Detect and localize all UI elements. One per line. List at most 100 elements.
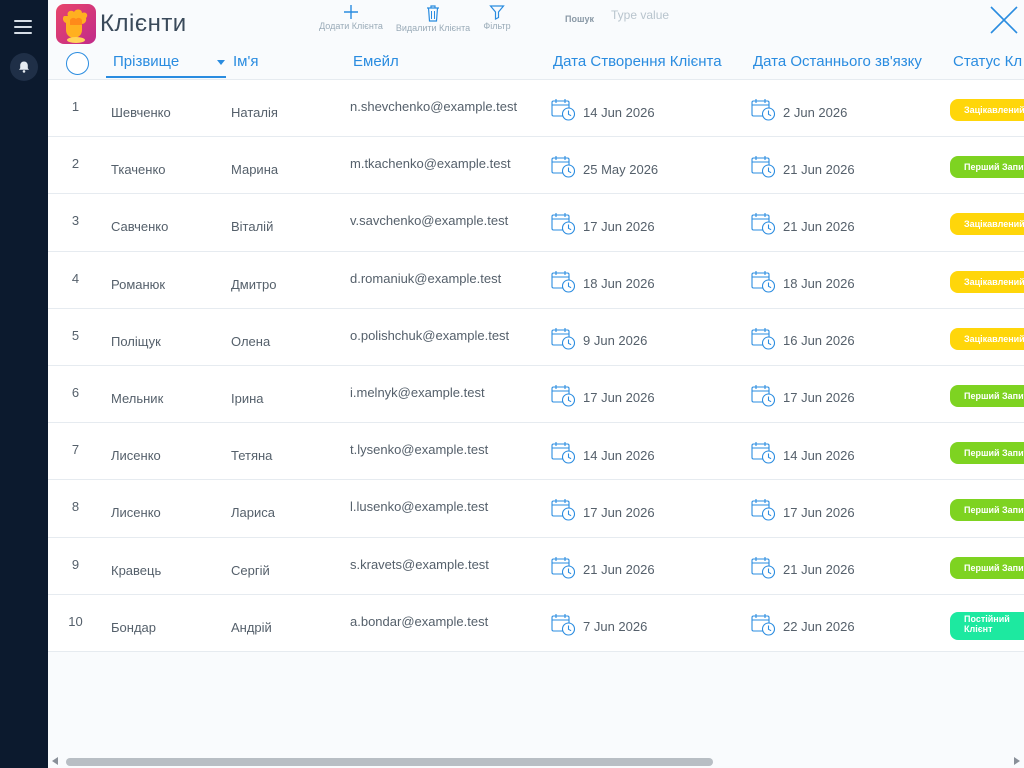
scrollbar-thumb[interactable] — [66, 758, 713, 766]
calendar-clock-icon — [551, 99, 576, 121]
close-icon[interactable] — [988, 4, 1020, 36]
last-contact-date-cell: 21 Jun 2026 — [751, 556, 855, 580]
horizontal-scrollbar[interactable] — [48, 754, 1024, 768]
status-badge[interactable]: Перший Запит — [950, 556, 1024, 579]
column-header-status[interactable]: Статус Кл — [953, 53, 1022, 70]
email-cell[interactable]: i.melnyk@example.test — [350, 385, 485, 400]
table-row[interactable]: 9 Кравець Сергій s.kravets@example.test 21 J… — [48, 537, 1024, 595]
last-contact-date-text: 2 Jun 2026 — [783, 104, 848, 120]
hamburger-menu-icon[interactable] — [14, 18, 34, 36]
table-row[interactable]: 8 Лисенко Лариса l.lusenko@example.test 17 J… — [48, 480, 1024, 538]
table-row[interactable]: 5 Поліщук Олена o.polishchuk@example.test 9 … — [48, 308, 1024, 366]
filter-button[interactable]: Фільтр — [452, 4, 542, 31]
status-badge[interactable]: Зацікавлений — [950, 327, 1024, 350]
calendar-clock-icon — [751, 499, 776, 521]
row-number: 5 — [71, 327, 80, 343]
status-badge[interactable]: Постійний Клієнт — [950, 611, 1024, 640]
calendar-clock-icon — [551, 270, 576, 293]
row-number: 7 — [71, 442, 80, 458]
table-row[interactable]: 4 Романюк Дмитро d.romaniuk@example.test 18 … — [48, 251, 1024, 309]
email-cell[interactable]: m.tkachenko@example.test — [350, 156, 511, 171]
table-row[interactable]: 10 Бондар Андрій a.bondar@example.test 7 Jun… — [48, 594, 1024, 652]
table-row[interactable]: 1 Шевченко Наталія n.shevchenko@example.tes… — [48, 80, 1024, 138]
table-row[interactable]: 2 Ткаченко Марина m.tkachenko@example.test 2… — [48, 137, 1024, 195]
main-panel: Клієнти Додати Клієнта Видалити Клієнта … — [48, 0, 1024, 768]
notifications-bell-icon[interactable] — [10, 53, 38, 81]
last-contact-date-text: 18 Jun 2026 — [783, 276, 855, 292]
last-name-cell: Лисенко — [111, 448, 161, 464]
last-contact-date-cell: 21 Jun 2026 — [751, 155, 855, 179]
table-header: Прізвище Ім'я Емейл Дата Створення Клієн… — [48, 46, 1024, 80]
row-number: 1 — [71, 99, 80, 114]
status-badge[interactable]: Зацікавлений — [950, 213, 1024, 236]
last-contact-date-cell: 2 Jun 2026 — [751, 98, 847, 122]
email-cell[interactable]: n.shevchenko@example.test — [350, 99, 517, 114]
email-cell[interactable]: d.romaniuk@example.test — [350, 271, 501, 286]
status-badge[interactable]: Перший Запит — [950, 442, 1024, 465]
status-badge[interactable]: Перший Запит — [950, 384, 1024, 407]
column-header-first-name[interactable]: Ім'я — [233, 53, 258, 70]
calendar-clock-icon — [751, 442, 776, 464]
search-label: Пошук — [565, 14, 594, 24]
row-number: 9 — [71, 556, 80, 572]
status-badge[interactable]: Зацікавлений — [950, 270, 1024, 293]
add-client-label: Додати Клієнта — [319, 21, 383, 31]
last-contact-date-text: 14 Jun 2026 — [783, 447, 855, 463]
created-date-cell: 17 Jun 2026 — [551, 384, 655, 408]
last-name-cell: Кравець — [111, 562, 162, 578]
created-date-text: 25 May 2026 — [583, 161, 659, 177]
row-number: 3 — [71, 213, 80, 229]
first-name-cell: Лариса — [231, 505, 275, 521]
calendar-clock-icon — [751, 556, 776, 579]
last-contact-date-text: 16 Jun 2026 — [783, 333, 855, 349]
email-cell[interactable]: s.kravets@example.test — [350, 557, 489, 572]
filter-label: Фільтр — [483, 21, 511, 31]
created-date-text: 14 Jun 2026 — [583, 104, 655, 120]
calendar-clock-icon — [751, 156, 776, 178]
calendar-clock-icon — [551, 156, 576, 178]
email-cell[interactable]: v.savchenko@example.test — [350, 213, 508, 228]
last-contact-date-cell: 21 Jun 2026 — [751, 212, 855, 236]
last-contact-date-cell: 18 Jun 2026 — [751, 270, 855, 294]
first-name-cell: Наталія — [231, 105, 278, 120]
add-client-button[interactable]: Додати Клієнта — [306, 4, 396, 31]
row-number: 10 — [68, 613, 83, 629]
row-number: 8 — [71, 499, 80, 515]
email-cell[interactable]: a.bondar@example.test — [350, 614, 488, 629]
column-header-created-date[interactable]: Дата Створення Клієнта — [553, 53, 722, 70]
email-cell[interactable]: o.polishchuk@example.test — [350, 328, 509, 343]
last-contact-date-cell: 17 Jun 2026 — [751, 498, 855, 522]
table-row[interactable]: 7 Лисенко Тетяна t.lysenko@example.test 14 J… — [48, 423, 1024, 481]
created-date-cell: 18 Jun 2026 — [551, 270, 655, 294]
column-header-email[interactable]: Емейл — [353, 53, 399, 70]
column-header-last-contact[interactable]: Дата Останнього зв'язку — [753, 53, 922, 70]
last-contact-date-cell: 16 Jun 2026 — [751, 327, 855, 351]
sort-descending-icon[interactable] — [217, 60, 225, 65]
plus-icon — [344, 5, 358, 19]
page-title: Клієнти — [100, 10, 187, 37]
last-name-cell: Бондар — [111, 619, 156, 635]
select-all-checkbox[interactable] — [66, 52, 89, 75]
created-date-text: 14 Jun 2026 — [583, 447, 655, 463]
scroll-right-arrow-icon[interactable] — [1014, 757, 1020, 765]
last-contact-date-text: 21 Jun 2026 — [783, 161, 855, 177]
status-badge[interactable]: Перший Запит — [950, 156, 1024, 179]
last-name-cell: Романюк — [111, 276, 166, 292]
scroll-left-arrow-icon[interactable] — [52, 757, 58, 765]
last-name-cell: Шевченко — [111, 105, 171, 120]
email-cell[interactable]: t.lysenko@example.test — [350, 442, 488, 457]
filter-icon — [489, 5, 505, 20]
calendar-clock-icon — [551, 213, 576, 235]
search-input[interactable] — [611, 4, 811, 26]
column-header-last-name[interactable]: Прізвище — [113, 53, 179, 70]
email-cell[interactable]: l.lusenko@example.test — [350, 499, 488, 514]
status-badge[interactable]: Зацікавлений — [950, 99, 1024, 121]
client-table-body: 1 Шевченко Наталія n.shevchenko@example.tes… — [48, 80, 1024, 652]
created-date-text: 21 Jun 2026 — [583, 562, 655, 577]
table-row[interactable]: 6 Мельник Ірина i.melnyk@example.test 17 Jun… — [48, 365, 1024, 424]
last-name-cell: Поліщук — [111, 333, 161, 349]
table-row[interactable]: 3 Савченко Віталій v.savchenko@example.test… — [48, 194, 1024, 252]
last-contact-date-text: 21 Jun 2026 — [783, 562, 855, 577]
created-date-cell: 14 Jun 2026 — [551, 441, 655, 465]
status-badge[interactable]: Перший Запит — [950, 499, 1024, 522]
